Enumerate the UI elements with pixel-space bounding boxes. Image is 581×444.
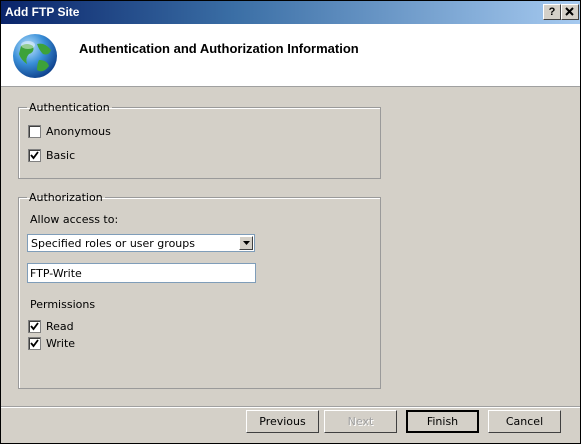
allow-access-value: Specified roles or user groups (31, 237, 195, 250)
title-bar[interactable]: Add FTP Site ? (1, 1, 580, 24)
add-ftp-site-dialog: Add FTP Site ? Authentication and Author… (0, 0, 581, 444)
footer-divider (1, 406, 580, 408)
write-label[interactable]: Write (46, 337, 75, 350)
allow-access-dropdown[interactable]: Specified roles or user groups (27, 234, 255, 252)
basic-checkbox[interactable] (28, 149, 41, 162)
window-title: Add FTP Site (5, 5, 80, 19)
chevron-down-icon (243, 241, 250, 245)
cancel-button[interactable]: Cancel (488, 410, 561, 433)
help-button[interactable]: ? (543, 4, 561, 20)
checkmark-icon (30, 339, 39, 348)
finish-button[interactable]: Finish (406, 410, 479, 433)
globe-icon (13, 34, 57, 78)
write-checkbox[interactable] (28, 337, 41, 350)
wizard-header: Authentication and Authorization Informa… (1, 24, 580, 87)
checkmark-icon (30, 322, 39, 331)
roles-input[interactable]: FTP-Write (27, 263, 256, 283)
basic-label[interactable]: Basic (46, 149, 75, 162)
anonymous-label[interactable]: Anonymous (46, 125, 111, 138)
authentication-legend: Authentication (29, 101, 110, 114)
checkmark-icon (30, 151, 39, 160)
read-label[interactable]: Read (46, 320, 74, 333)
read-checkbox[interactable] (28, 320, 41, 333)
authorization-legend: Authorization (29, 191, 103, 204)
roles-input-value: FTP-Write (30, 267, 82, 280)
close-button[interactable] (561, 4, 579, 20)
allow-access-label: Allow access to: (30, 213, 119, 226)
authentication-group: Authentication (18, 101, 381, 179)
page-title: Authentication and Authorization Informa… (79, 41, 359, 56)
anonymous-checkbox[interactable] (28, 125, 41, 138)
permissions-label: Permissions (30, 298, 96, 311)
previous-button[interactable]: Previous (246, 410, 319, 433)
close-icon (565, 7, 574, 16)
dropdown-arrow-button[interactable] (239, 236, 253, 250)
next-button[interactable]: Next (324, 410, 397, 433)
